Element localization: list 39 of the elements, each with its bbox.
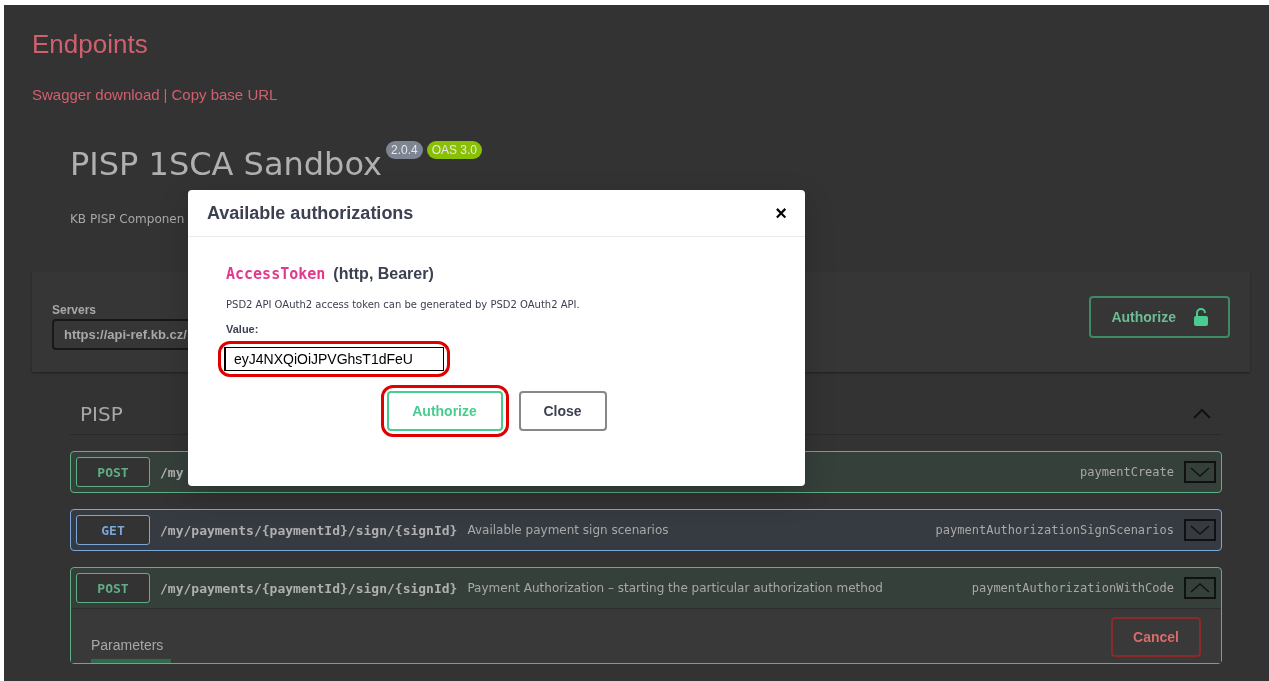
expand-toggle[interactable] <box>1184 519 1216 542</box>
operation-id: paymentAuthorizationSignScenarios <box>935 523 1174 538</box>
operation-summary: Payment Authorization – starting the particular authorization method <box>467 581 883 596</box>
operation-id: paymentAuthorizationWithCode <box>971 581 1174 596</box>
expand-toggle[interactable] <box>1184 461 1216 484</box>
copy-url-link[interactable]: Copy base URL <box>171 86 278 103</box>
operation-summary: Available payment sign scenarios <box>467 523 669 538</box>
value-label: Value: <box>226 323 260 335</box>
cancel-button[interactable]: Cancel <box>1111 617 1201 658</box>
parameters-tab[interactable]: Parameters <box>91 627 171 664</box>
api-description: KB PISP Componen <box>70 212 185 227</box>
scheme-type: (http, Bearer) <box>333 265 434 283</box>
chevron-icon[interactable] <box>1192 408 1212 421</box>
version-badge: 2.0.4 <box>385 141 423 159</box>
operation-id: paymentCreate <box>1080 465 1174 480</box>
endpoint-path[interactable]: /my/payments/{paymentId}/sign/{signId} <box>160 522 458 538</box>
chevron-icon <box>1189 582 1211 595</box>
page-heading: Endpoints <box>32 29 149 60</box>
endpoint-path[interactable]: /my/payments/{paymentId}/sign/{signId} <box>160 580 458 596</box>
section-title[interactable]: PISP <box>80 402 123 427</box>
dialog-title: Available authorizations <box>207 202 414 224</box>
close-button[interactable]: Close <box>518 391 607 431</box>
servers-label: Servers <box>52 302 98 317</box>
api-title: PISP 1SCA Sandbox <box>70 147 382 183</box>
swagger-download-link[interactable]: Swagger download <box>32 86 160 103</box>
lock-icon <box>1194 308 1208 327</box>
expand-toggle[interactable] <box>1184 577 1216 600</box>
method-badge: POST <box>76 573 150 604</box>
link-separator: | <box>163 86 168 103</box>
scheme-name: AccessToken <box>226 265 326 283</box>
chevron-icon <box>1189 466 1211 479</box>
scheme-description: PSD2 API OAuth2 access token can be generated by PSD2 OAuth2 API. <box>226 299 581 310</box>
authorize-button[interactable]: Authorize <box>1089 296 1230 339</box>
spec-badge: OAS 3.0 <box>426 141 482 159</box>
token-input[interactable]: eyJ4NXQiOiJPVGhsT1dFeU <box>224 347 444 371</box>
method-badge: POST <box>76 457 150 488</box>
endpoint-path[interactable]: /my <box>160 464 184 480</box>
method-badge: GET <box>76 515 150 546</box>
chevron-icon <box>1189 524 1211 537</box>
